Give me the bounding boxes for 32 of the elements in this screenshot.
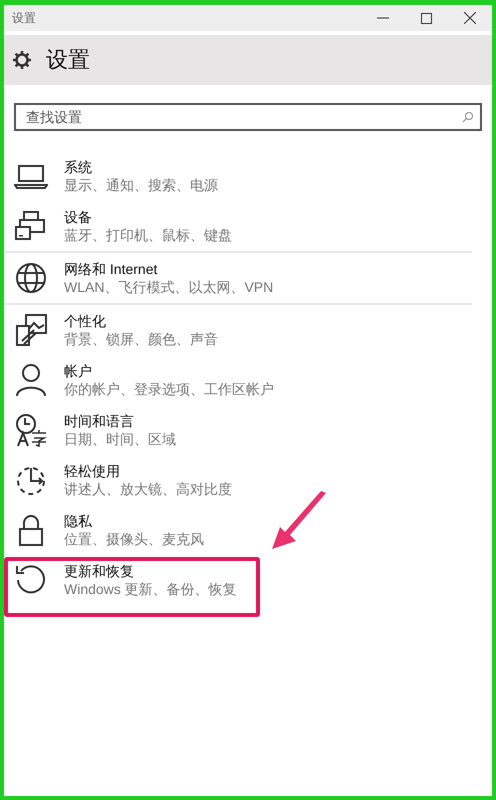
item-title[interactable]: 隐私 (64, 512, 204, 530)
close-icon[interactable] (464, 12, 476, 24)
item-description: Windows 更新、备份、恢复 (64, 580, 237, 598)
page-title: 设置 (46, 46, 90, 74)
item-description: WLAN、飞行模式、以太网、VPN (64, 278, 274, 296)
clock-language-icon (14, 413, 48, 447)
item-description: 蓝牙、打印机、鼠标、键盘 (64, 226, 232, 244)
item-title[interactable]: 设备 (64, 208, 232, 226)
item-description: 位置、摄像头、麦克风 (64, 530, 204, 548)
item-title[interactable]: 更新和恢复 (64, 562, 237, 580)
minimize-icon[interactable] (377, 17, 389, 19)
person-icon (14, 363, 48, 397)
search-icon (462, 111, 474, 123)
item-description: 背景、锁屏、颜色、声音 (64, 330, 218, 348)
window-title: 设置 (12, 10, 37, 26)
item-description: 你的帐户、登录选项、工作区帐户 (64, 380, 274, 398)
item-title[interactable]: 个性化 (64, 312, 218, 330)
settings-icon (12, 50, 32, 70)
globe-icon (14, 261, 48, 295)
search-field[interactable]: 查找设置 (14, 103, 482, 131)
item-title[interactable]: 网络和 Internet (64, 260, 274, 278)
item-description: 日期、时间、区域 (64, 430, 176, 448)
item-title[interactable]: 系统 (64, 158, 218, 176)
printer-icon (14, 209, 48, 243)
item-title[interactable]: 时间和语言 (64, 412, 176, 430)
maximize-icon[interactable] (421, 12, 432, 24)
picture-frame-icon (14, 313, 48, 347)
item-description: 讲述人、放大镜、高对比度 (64, 480, 232, 498)
item-description: 显示、通知、搜索、电源 (64, 176, 218, 194)
arrow (272, 491, 326, 549)
item-title[interactable]: 轻松使用 (64, 462, 232, 480)
item-title[interactable]: 帐户 (64, 362, 274, 380)
